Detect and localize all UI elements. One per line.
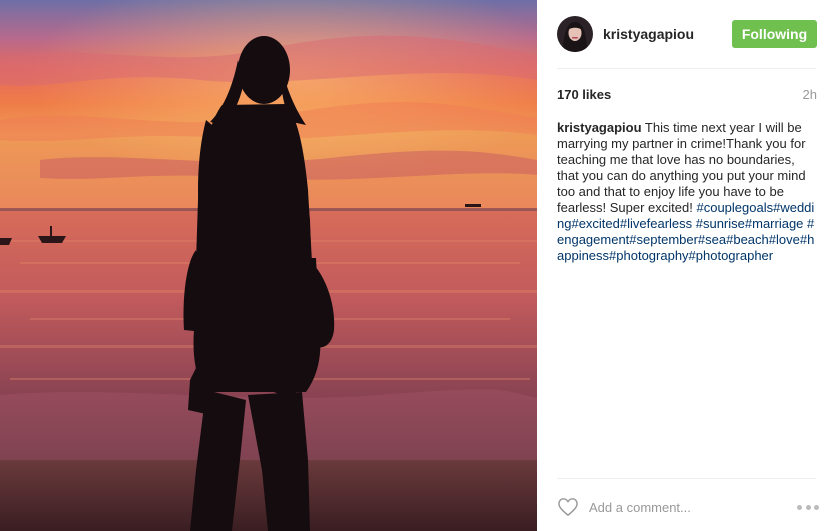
more-options-icon[interactable]	[797, 503, 819, 511]
comment-input[interactable]	[589, 499, 797, 515]
username-link[interactable]: kristyagapiou	[603, 26, 732, 42]
comment-divider	[557, 478, 816, 479]
likes-count[interactable]: 170 likes	[557, 87, 611, 102]
dot-icon	[797, 504, 802, 510]
dot-icon	[814, 504, 819, 510]
header-divider	[557, 68, 816, 69]
post-details-panel: kristyagapiou Following 170 likes 2h kri…	[537, 0, 832, 531]
avatar[interactable]	[557, 16, 593, 52]
post-photo[interactable]	[0, 0, 537, 531]
heart-icon[interactable]	[557, 497, 579, 517]
post-time[interactable]: 2h	[803, 87, 817, 102]
comment-row	[557, 496, 819, 518]
dot-icon	[805, 504, 811, 510]
following-button[interactable]: Following	[732, 20, 817, 48]
caption-username[interactable]: kristyagapiou	[557, 120, 642, 135]
post-caption: kristyagapiou This time next year I will…	[557, 120, 819, 264]
post-header: kristyagapiou Following	[557, 14, 817, 54]
likes-row: 170 likes 2h	[557, 87, 817, 102]
